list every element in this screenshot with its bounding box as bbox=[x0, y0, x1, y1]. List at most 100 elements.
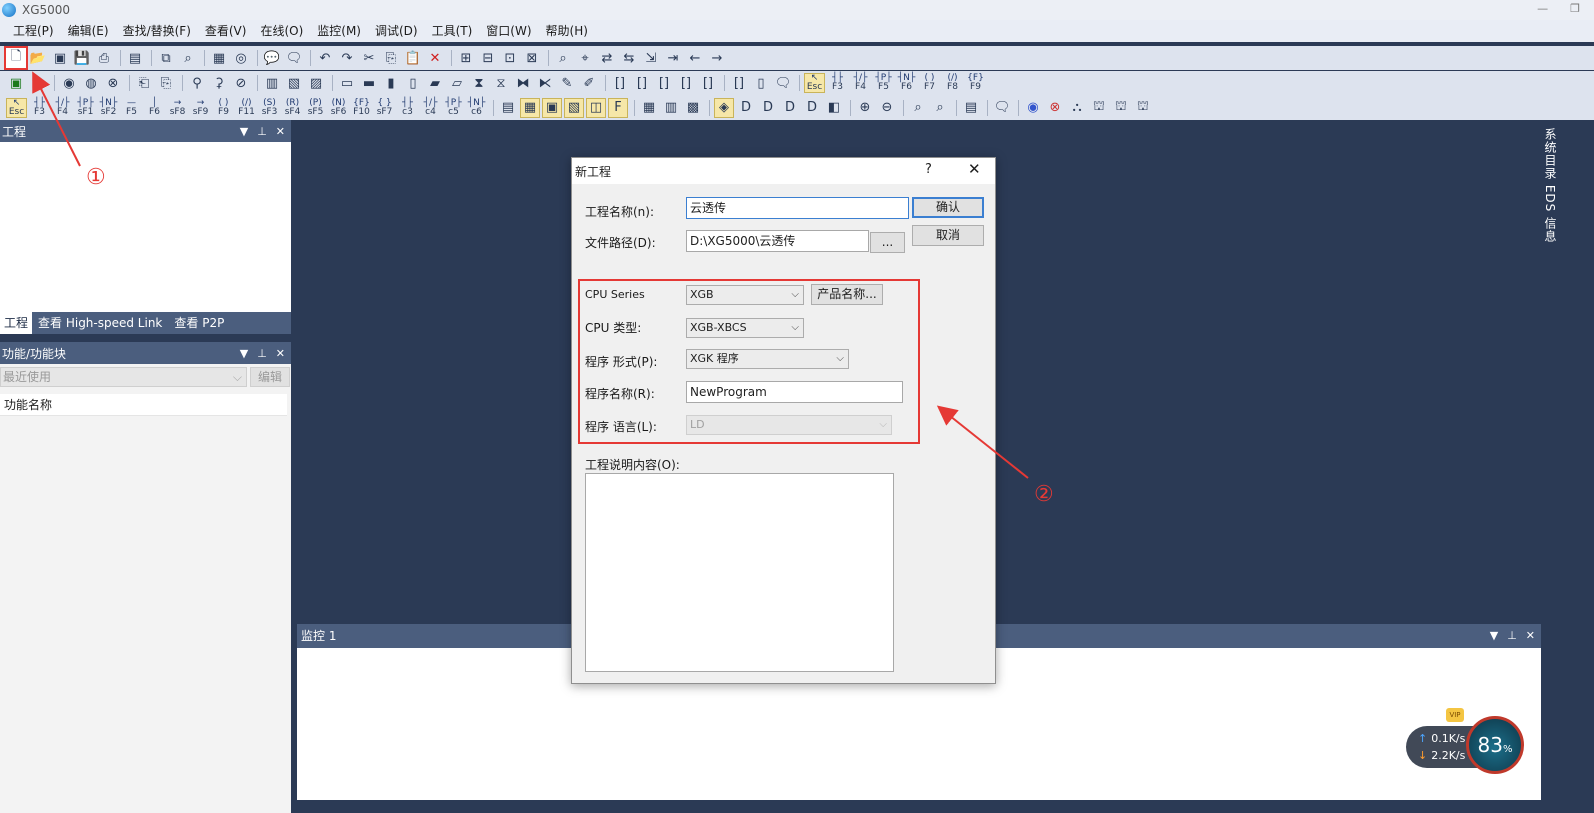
fkey-row2-3[interactable]: ┤P├ F5 bbox=[873, 73, 894, 93]
program-name-input[interactable]: NewProgram bbox=[686, 381, 903, 403]
device-memory-icon[interactable]: ▯ bbox=[751, 73, 771, 93]
bracket-tool-1-icon[interactable]: [] bbox=[610, 73, 630, 93]
fkey-8[interactable]: → sF9 bbox=[190, 98, 211, 118]
right-side-tabs[interactable]: 系统目录 EDS 信息 bbox=[1543, 128, 1559, 243]
view-d5-icon[interactable]: ◧ bbox=[824, 98, 844, 118]
new-project-icon[interactable]: 🗋 bbox=[4, 46, 28, 70]
fkey-14[interactable]: (N) sF6 bbox=[328, 98, 349, 118]
fkey-row2-7[interactable]: {F} F9 bbox=[965, 73, 986, 93]
find-next-icon[interactable]: ⇲ bbox=[641, 48, 661, 68]
fkey-row2-6[interactable]: (/) F8 bbox=[942, 73, 963, 93]
run-to-icon[interactable]: ⛫ bbox=[1133, 98, 1153, 118]
online-edit-icon[interactable]: ✎ bbox=[557, 73, 577, 93]
find-device-icon[interactable]: ⌖ bbox=[575, 48, 595, 68]
connection-settings-icon[interactable]: ⧈ bbox=[28, 73, 48, 93]
menu-view[interactable]: 查看(V) bbox=[198, 20, 254, 42]
tab-high-speed-link[interactable]: 查看 High-speed Link bbox=[32, 312, 168, 334]
project-tree[interactable] bbox=[0, 142, 291, 312]
pin-icon[interactable]: ⊥ bbox=[257, 125, 267, 138]
fkey-7[interactable]: → sF8 bbox=[167, 98, 188, 118]
view-list-icon[interactable]: ▤ bbox=[498, 98, 518, 118]
function-filter-select[interactable]: 最近使用 ⌵ bbox=[0, 367, 247, 387]
redo-icon[interactable]: ↷ bbox=[337, 48, 357, 68]
bracket-tool-4-icon[interactable]: [] bbox=[676, 73, 696, 93]
connect-icon[interactable]: ▣ bbox=[6, 73, 26, 93]
function-name-column-header[interactable]: 功能名称 bbox=[0, 394, 287, 416]
save-icon[interactable]: 💾 bbox=[72, 48, 92, 68]
comment-edit-icon[interactable]: 🗨 bbox=[284, 48, 304, 68]
program-type-select[interactable]: XGK 程序 ⌵ bbox=[686, 349, 849, 369]
forced-io-icon[interactable]: ⧓ bbox=[513, 73, 533, 93]
fkey-4[interactable]: ┤N├ sF2 bbox=[98, 98, 119, 118]
step-over-icon[interactable]: ⛫ bbox=[1089, 98, 1109, 118]
delete-line-icon[interactable]: ⊟ bbox=[478, 48, 498, 68]
open-project-icon[interactable]: 📂 bbox=[28, 48, 48, 68]
comment-display-icon[interactable]: 🗨 bbox=[992, 98, 1012, 118]
view-image-icon[interactable]: ▧ bbox=[564, 97, 584, 118]
zoom-reset-icon[interactable]: ⌕ bbox=[930, 98, 950, 118]
message-window-icon[interactable]: ▤ bbox=[961, 98, 981, 118]
forward-arrow-icon[interactable]: → bbox=[707, 48, 727, 68]
function-edit-button[interactable]: 编辑 bbox=[250, 367, 290, 387]
undo-icon[interactable]: ↶ bbox=[315, 48, 335, 68]
ladder-view-icon[interactable]: ▦ bbox=[209, 48, 229, 68]
view-d4-icon[interactable]: D bbox=[802, 98, 822, 118]
io-sync-icon[interactable]: ▬ bbox=[359, 73, 379, 93]
menu-online[interactable]: 在线(O) bbox=[253, 20, 310, 42]
menu-help[interactable]: 帮助(H) bbox=[539, 20, 595, 42]
fkey-20[interactable]: ┤N├ c6 bbox=[466, 98, 487, 118]
description-textarea[interactable] bbox=[585, 473, 894, 672]
plc-error-icon[interactable]: ▰ bbox=[425, 73, 445, 93]
fkey-18[interactable]: ┤/├ c4 bbox=[420, 98, 441, 118]
fkey-11[interactable]: (S) sF3 bbox=[259, 98, 280, 118]
cpu-series-select[interactable]: XGB ⌵ bbox=[686, 285, 804, 305]
read-icon[interactable]: ⎗ bbox=[134, 73, 154, 93]
device-table-icon[interactable]: ▦ bbox=[639, 98, 659, 118]
fkey-16[interactable]: { } sF7 bbox=[374, 98, 395, 118]
dropdown-icon[interactable]: ▼ bbox=[240, 125, 248, 138]
restore-icon[interactable]: ❐ bbox=[1570, 0, 1580, 18]
dropdown-icon[interactable]: ▼ bbox=[1490, 624, 1498, 648]
stop-mode-icon[interactable]: ◍ bbox=[81, 73, 101, 93]
write-icon[interactable]: ⎘ bbox=[156, 73, 176, 93]
view-device-icon[interactable]: ◈ bbox=[714, 97, 734, 118]
view-function-icon[interactable]: F bbox=[608, 97, 628, 118]
cancel-button[interactable]: 取消 bbox=[912, 225, 984, 246]
goto-line-icon[interactable]: ⇥ bbox=[663, 48, 683, 68]
debug-mode-icon[interactable]: ⊗ bbox=[103, 73, 123, 93]
menu-monitor[interactable]: 监控(M) bbox=[310, 20, 368, 42]
trend-monitor-icon[interactable]: ▨ bbox=[306, 73, 326, 93]
view-d3-icon[interactable]: D bbox=[780, 98, 800, 118]
monitor-start-icon[interactable]: ⚲ bbox=[187, 73, 207, 93]
color-wheel-icon[interactable]: ◎ bbox=[231, 48, 251, 68]
dropdown-icon[interactable]: ▼ bbox=[240, 347, 248, 360]
close-icon[interactable]: ✕ bbox=[276, 125, 285, 138]
data-trace-icon[interactable]: ⧔ bbox=[535, 73, 555, 93]
fkey-1[interactable]: ┤├ F3 bbox=[29, 98, 50, 118]
menu-project[interactable]: 工程(P) bbox=[6, 20, 61, 42]
fkey-5[interactable]: — F5 bbox=[121, 98, 142, 118]
tab-p2p[interactable]: 查看 P2P bbox=[168, 312, 230, 334]
bracket-tool-3-icon[interactable]: [] bbox=[654, 73, 674, 93]
io-info-icon[interactable]: ▭ bbox=[337, 73, 357, 93]
fkey-row2-4[interactable]: ┤N├ F6 bbox=[896, 73, 917, 93]
insert-line-icon[interactable]: ⊞ bbox=[456, 48, 476, 68]
device-monitor-icon[interactable]: ▧ bbox=[284, 73, 304, 93]
replace-icon[interactable]: ⇄ bbox=[597, 48, 617, 68]
io-skip-icon[interactable]: ⧗ bbox=[469, 73, 489, 93]
variable-table-icon[interactable]: ▥ bbox=[661, 98, 681, 118]
close-icon[interactable]: ✕ bbox=[1526, 624, 1535, 648]
step-out-icon[interactable]: ⛫ bbox=[1111, 98, 1131, 118]
product-name-button[interactable]: 产品名称... bbox=[811, 284, 883, 305]
compare-icon[interactable]: ⧉ bbox=[156, 48, 176, 68]
copy-icon[interactable]: ⎘ bbox=[381, 48, 401, 68]
monitor-pause-icon[interactable]: ⚳ bbox=[209, 73, 229, 93]
online-write-icon[interactable]: ✐ bbox=[579, 73, 599, 93]
fkey-12[interactable]: (R) sF4 bbox=[282, 98, 303, 118]
view-network-icon[interactable]: ◫ bbox=[586, 97, 606, 118]
delete-cell-icon[interactable]: ⊠ bbox=[522, 48, 542, 68]
monitor-stop-icon[interactable]: ⊘ bbox=[231, 73, 251, 93]
view-d2-icon[interactable]: D bbox=[758, 98, 778, 118]
pin-icon[interactable]: ⊥ bbox=[257, 347, 267, 360]
insert-cell-icon[interactable]: ⊡ bbox=[500, 48, 520, 68]
